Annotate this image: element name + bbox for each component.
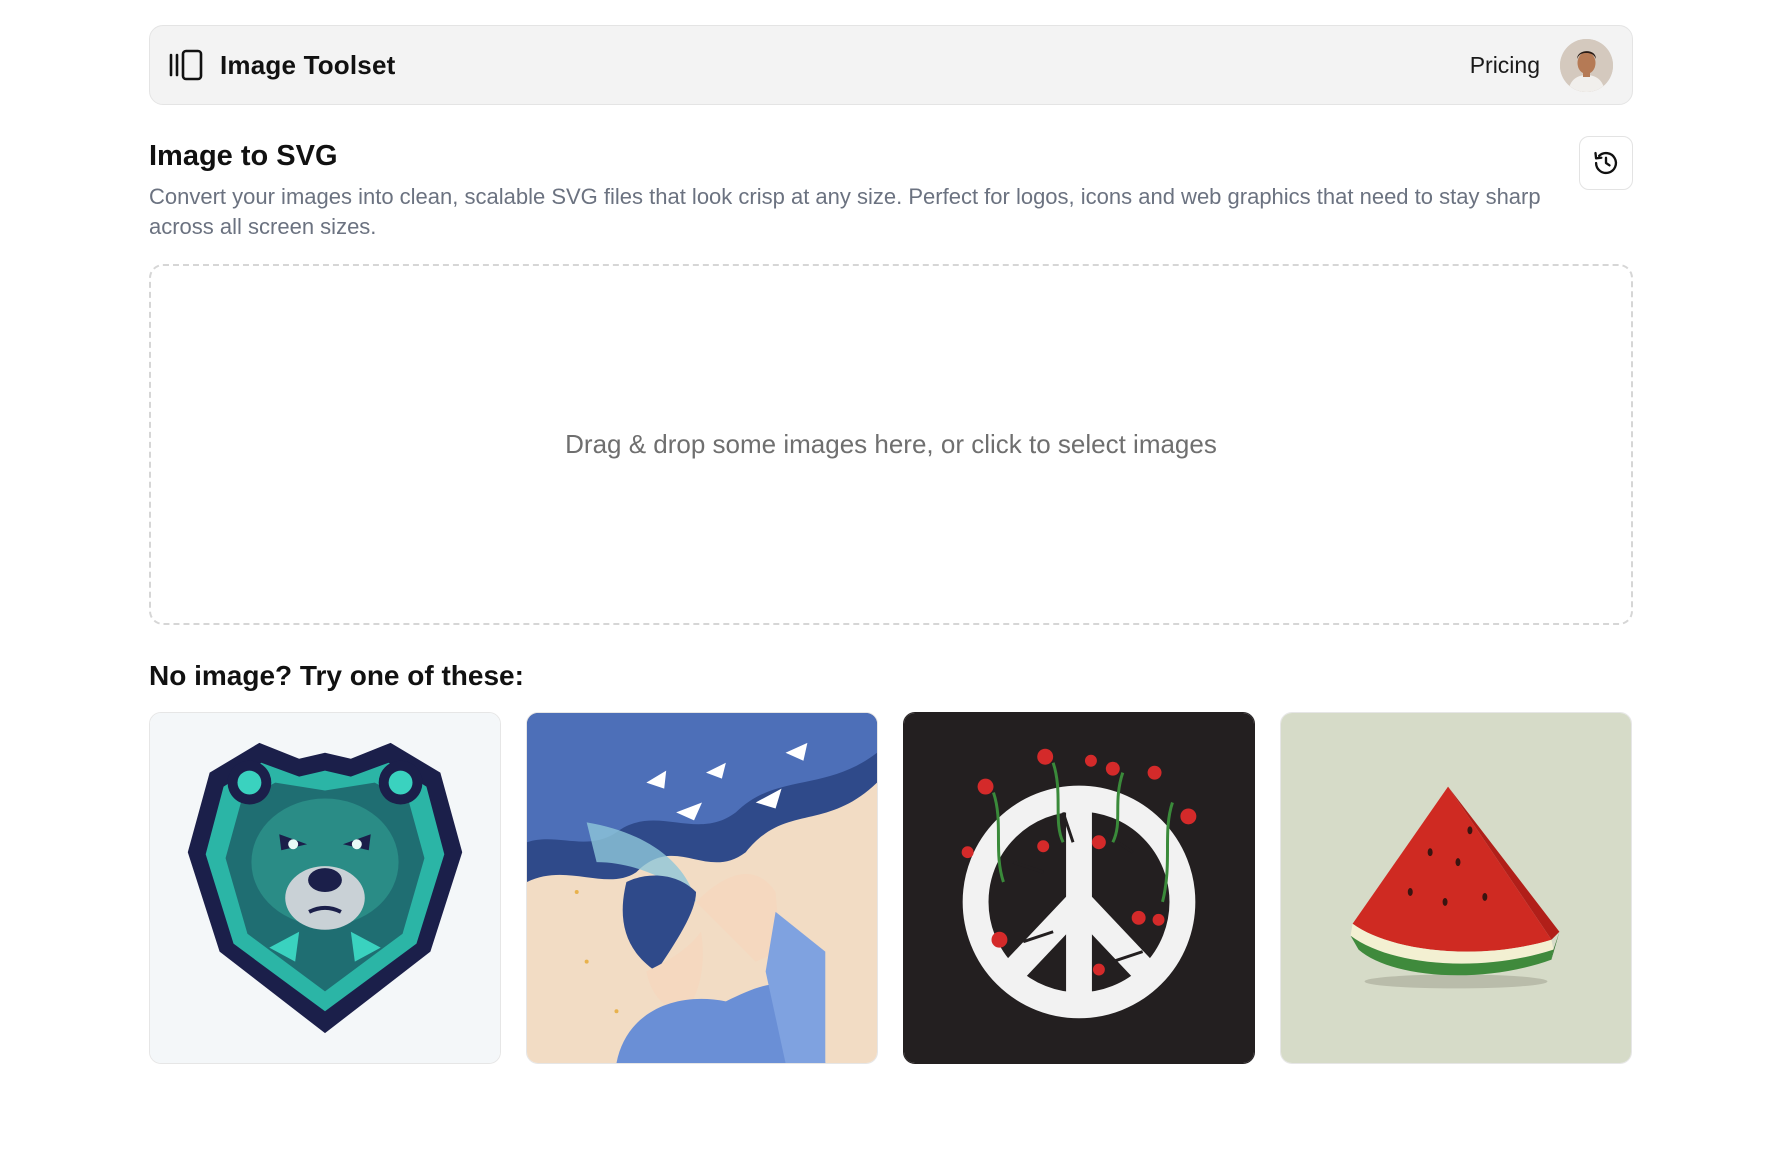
pricing-link[interactable]: Pricing — [1470, 52, 1540, 79]
brand[interactable]: Image Toolset — [168, 49, 396, 81]
page: Image Toolset Pricing Image to SVG Conve… — [149, 25, 1633, 1064]
anime-birds-image — [527, 713, 877, 1063]
bear-logo-image — [150, 713, 500, 1063]
history-button[interactable] — [1579, 136, 1633, 190]
page-description: Convert your images into clean, scalable… — [149, 184, 1541, 239]
sample-anime-birds[interactable] — [526, 712, 878, 1064]
watermelon-image — [1281, 713, 1631, 1063]
image-dropzone[interactable]: Drag & drop some images here, or click t… — [149, 264, 1633, 625]
sample-peace-roses[interactable] — [903, 712, 1255, 1064]
history-icon — [1594, 151, 1618, 175]
top-navbar: Image Toolset Pricing — [149, 25, 1633, 105]
sample-watermelon[interactable] — [1280, 712, 1632, 1064]
sample-bear-logo[interactable] — [149, 712, 501, 1064]
dropzone-text: Drag & drop some images here, or click t… — [565, 429, 1217, 459]
page-title: Image to SVG — [149, 140, 338, 172]
avatar-image — [1560, 38, 1613, 92]
brand-name: Image Toolset — [220, 49, 396, 80]
intro-section: Image to SVG Convert your images into cl… — [149, 136, 1633, 246]
sample-images — [149, 712, 1633, 1064]
peace-roses-image — [904, 713, 1254, 1063]
user-avatar[interactable] — [1560, 38, 1613, 92]
nav-right: Pricing — [1470, 38, 1613, 92]
sidebar-panel-icon — [169, 49, 203, 81]
samples-heading: No image? Try one of these: — [149, 660, 524, 691]
